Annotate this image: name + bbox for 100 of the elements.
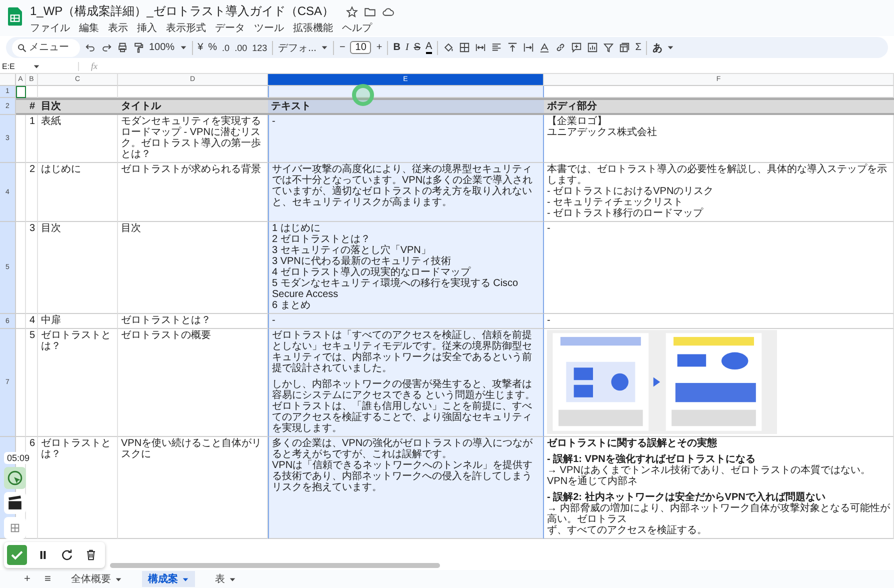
- filter-icon[interactable]: [603, 42, 614, 53]
- menu-item[interactable]: ヘルプ: [342, 21, 372, 35]
- link-icon[interactable]: [555, 42, 566, 53]
- cell-text-line: - ゼロトラスト移行のロードマップ: [547, 208, 704, 219]
- active-cell[interactable]: [16, 86, 26, 98]
- align-icon[interactable]: [491, 42, 502, 53]
- fx-label: fx: [91, 61, 98, 71]
- menu-item[interactable]: データ: [215, 21, 245, 35]
- caret-icon[interactable]: [321, 44, 328, 51]
- input-tools-button[interactable]: あ: [652, 40, 662, 54]
- star-icon[interactable]: [346, 6, 358, 18]
- table-cell: 中扉: [38, 314, 118, 329]
- menu-item[interactable]: ファイル: [30, 21, 70, 35]
- chart-icon[interactable]: [587, 42, 598, 53]
- caret-icon[interactable]: [114, 576, 122, 582]
- folder-icon[interactable]: [364, 6, 376, 18]
- horizontal-scrollbar[interactable]: [110, 563, 440, 568]
- cell-text-line: 3 VPNに代わる最新のセキュリティ技術: [272, 256, 452, 267]
- restart-icon[interactable]: [59, 547, 75, 563]
- font-size-field[interactable]: 10: [350, 41, 372, 54]
- search-icon[interactable]: [17, 42, 27, 52]
- cell-text-line: -: [272, 116, 276, 127]
- cell-text-line: ユニアデックス株式会社: [547, 127, 658, 138]
- cell-text-line: 6 まとめ: [272, 300, 312, 311]
- caret-icon[interactable]: [180, 44, 187, 51]
- redo-icon[interactable]: [101, 42, 112, 53]
- menu-item[interactable]: ツール: [254, 21, 284, 35]
- fill-color-icon[interactable]: [443, 42, 454, 53]
- sheets-logo-icon[interactable]: [8, 7, 22, 26]
- check-icon[interactable]: [7, 545, 27, 565]
- cell-text-line: - ゼロトラストにおけるVPNのリスク: [547, 186, 715, 197]
- caret-icon[interactable]: [182, 576, 189, 582]
- zoom-dropdown[interactable]: 100%: [149, 42, 175, 53]
- name-box[interactable]: E:E: [2, 62, 15, 70]
- sheet-tab[interactable]: 全体概要: [64, 571, 128, 587]
- strikethrough-button[interactable]: S: [414, 42, 421, 53]
- text-wrap-icon[interactable]: [523, 42, 534, 53]
- table-cell: はじめに: [38, 163, 118, 222]
- italic-button[interactable]: I: [406, 42, 409, 53]
- merge-icon[interactable]: [475, 42, 486, 53]
- print-icon[interactable]: [117, 42, 128, 53]
- menu-item[interactable]: 表示: [108, 21, 128, 35]
- cell-text-line: → VPNはあくまでトンネル技術であり、ゼロトラストの本質ではない。VPNを通じて内部ネ: [547, 465, 872, 487]
- document-title[interactable]: 1_WP（構成案詳細）_ゼロトラスト導入ガイド（CSA）: [30, 3, 334, 20]
- cursor-icon[interactable]: [4, 467, 26, 489]
- cell-text-line: 4 ゼロトラスト導入の現実的なロードマップ: [272, 267, 472, 278]
- text-rotation-icon[interactable]: [539, 42, 550, 53]
- caret-icon[interactable]: [667, 44, 674, 51]
- cell-text-line: ゼロトラストに関する誤解とその実態: [547, 438, 718, 449]
- cell-text-line: 多くの企業は、VPNの強化がゼロトラストの導入につながると考えがちですが、これは誤解です。: [272, 438, 534, 460]
- cell-text-line: 5 モダンなセキュリティ環境への移行を実現する Cisco Secure Access: [272, 278, 520, 300]
- caret-icon[interactable]: [228, 576, 236, 582]
- table-cell: [16, 115, 26, 163]
- undo-icon[interactable]: [85, 42, 96, 53]
- table-header-cell: タイトル: [118, 98, 268, 115]
- all-sheets-button[interactable]: ≡: [44, 573, 51, 585]
- menu-item[interactable]: 表示形式: [166, 21, 206, 35]
- search-box[interactable]: メニュー: [12, 38, 80, 56]
- menu-item[interactable]: 編集: [79, 21, 99, 35]
- menu-item[interactable]: 挿入: [137, 21, 157, 35]
- cell-text-line: しかし、内部ネットワークの侵害が発生すると、攻撃者は容易にシステムにアクセスできる という問題が生じます。: [272, 379, 536, 401]
- cell-text-line: 3 セキュリティの落とし穴「VPN」: [272, 245, 431, 256]
- text-color-button[interactable]: A: [426, 42, 432, 54]
- add-sheet-button[interactable]: +: [24, 573, 30, 585]
- menu-item[interactable]: 拡張機能: [293, 21, 333, 35]
- number-format-button[interactable]: 123: [252, 42, 268, 52]
- clapperboard-icon[interactable]: [4, 492, 26, 514]
- percent-button[interactable]: %: [208, 42, 218, 53]
- functions-button[interactable]: Σ: [635, 42, 642, 53]
- cell-text-line: ゼロトラストは「すべてのアクセスを検証し、信頼を前提としない」セキュリティモデルです。従来の境界防御型セキュリティでは、内部ネットワークは安全であるという前提で設計されていました。: [272, 330, 533, 374]
- cell-text-line: - 誤解1: VPNを強化すればゼロトラストになる: [547, 454, 756, 465]
- cell-text-line: 2 ゼロトラストとは？: [272, 234, 372, 245]
- increase-decimal-button[interactable]: .00: [234, 42, 248, 52]
- cloud-icon[interactable]: [382, 6, 394, 18]
- cell-text-line: 【企業ロゴ】: [547, 116, 608, 127]
- table-cell: 1: [26, 115, 38, 163]
- decrease-decimal-button[interactable]: .0: [222, 42, 230, 52]
- currency-button[interactable]: ¥: [198, 42, 204, 53]
- decrease-font-size-button[interactable]: −: [339, 42, 346, 53]
- sheet-tab[interactable]: 構成案: [142, 571, 195, 587]
- cursor-highlight: [352, 84, 374, 106]
- cell-text-line: -: [547, 223, 552, 234]
- table-icon[interactable]: [619, 42, 630, 53]
- sheet-tab[interactable]: 表: [208, 571, 242, 587]
- table-header-cell: ボディ部分: [544, 98, 894, 115]
- comment-icon[interactable]: [571, 42, 582, 53]
- font-dropdown[interactable]: デフォ...: [278, 40, 316, 54]
- bold-button[interactable]: B: [393, 42, 400, 53]
- search-menu-field[interactable]: メニュー: [29, 42, 75, 53]
- table-cell: 目次: [38, 222, 118, 314]
- caret-icon[interactable]: [32, 62, 40, 70]
- table-cell: 2: [26, 163, 38, 222]
- cell-text-line: ず、すべてのアクセスを検証する。: [547, 525, 708, 536]
- paint-format-icon[interactable]: [133, 42, 144, 53]
- table-cell: ゼロトラストとは？: [38, 329, 118, 437]
- cell-text-line: サイバー攻撃の高度化により、従来の境界型セキュリティでは不十分となっています。VPNは多くの企業で導入されていますが、適切なゼロトラストの考え方を取り入れないと、セキュリティリスクが高まります。: [272, 164, 534, 208]
- vertical-align-icon[interactable]: [507, 42, 518, 53]
- borders-icon[interactable]: [459, 42, 470, 53]
- cell-text-line: ゼロトラストは、「誰も信用しない」ことを前提に、すべてのアクセスを検証することで、より強固なセキュリティを実現します。: [272, 401, 533, 434]
- increase-font-size-button[interactable]: +: [376, 42, 382, 53]
